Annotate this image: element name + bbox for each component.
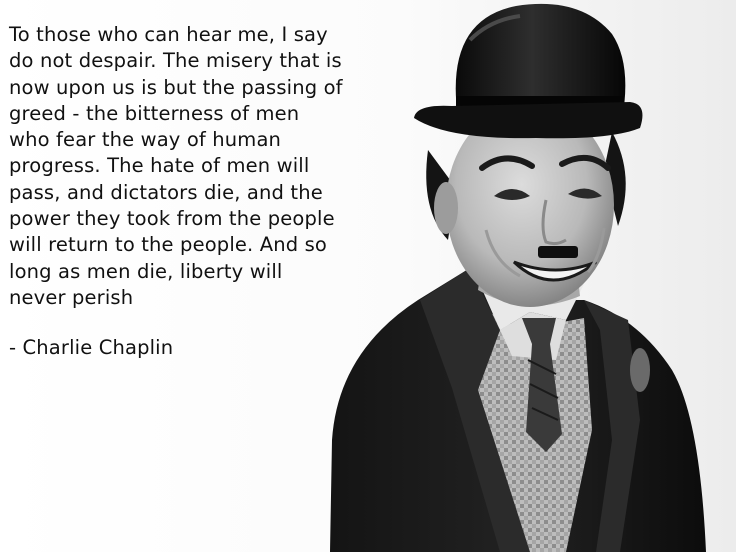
quote-line: progress. The hate of men will [9,154,310,178]
quote-line: pass, and dictators die, and the [9,180,323,204]
quote-line: greed - the bitterness of men [9,101,300,125]
quote-line: will return to the people. And so [9,233,328,257]
quote-line: power they took from the people [9,207,335,231]
quote-line: never perish [9,285,134,309]
quote-line: To those who can hear me, I say [9,23,328,46]
bowler-hat-brim [414,102,643,139]
quote-line: do not despair. The misery that is [9,49,342,73]
quote-line: who fear the way of human [9,128,282,152]
quote-line: long as men die, liberty will [9,259,283,283]
quote-poster: To those who can hear me, I say do not d… [0,0,736,552]
moustache [538,246,578,258]
quote-line: now upon us is but the passing of [9,75,343,99]
quote-text: To those who can hear me, I say do not d… [9,22,439,311]
quote-attribution: - Charlie Chaplin [9,336,174,359]
